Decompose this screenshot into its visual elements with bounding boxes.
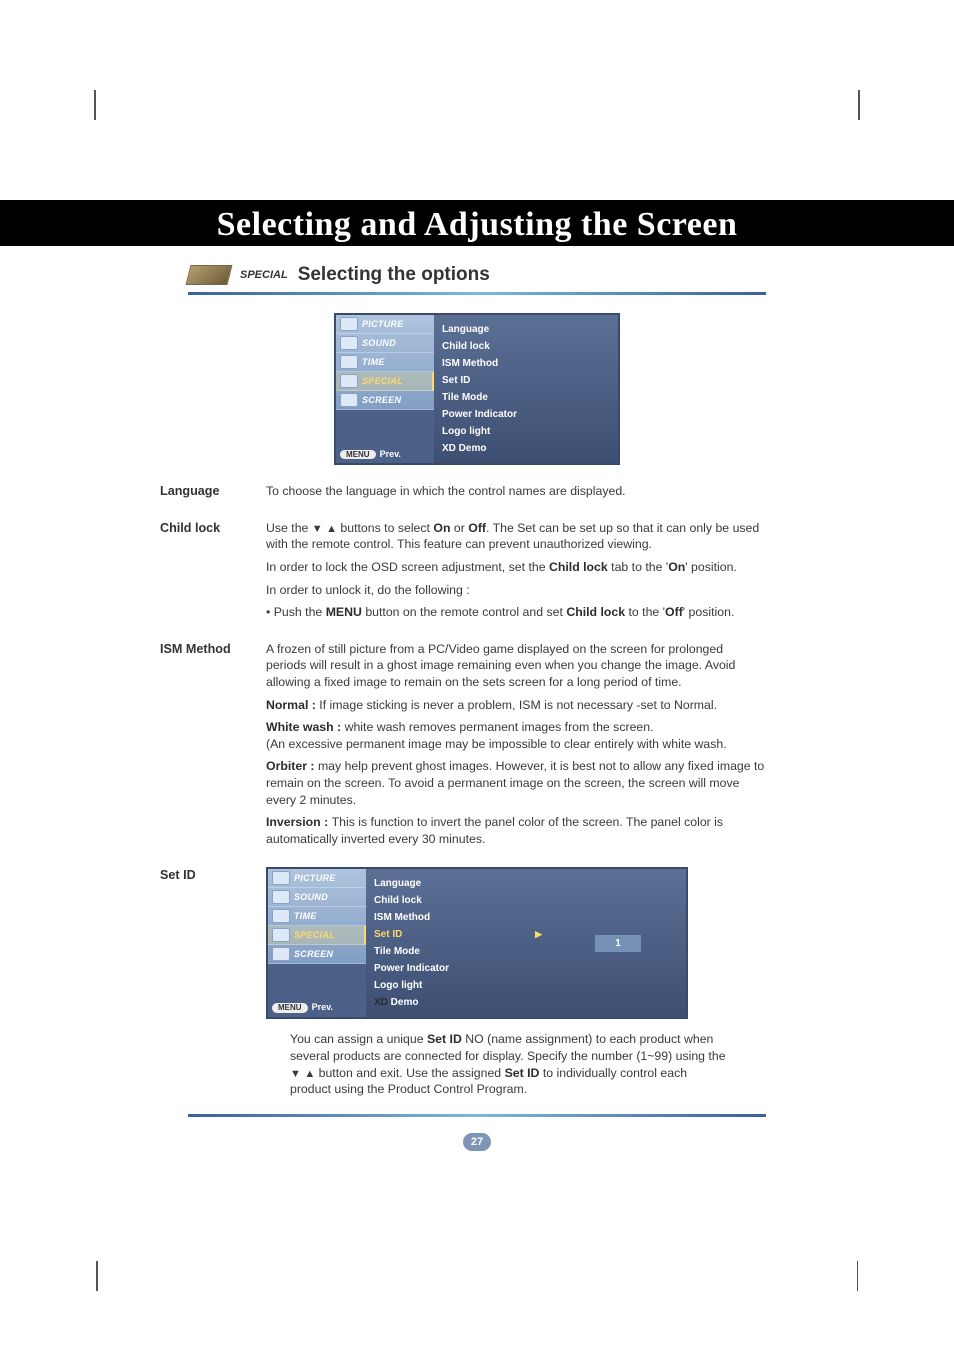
osd-tab-special: SPECIAL	[268, 926, 366, 945]
osd-tab-screen: SCREEN	[336, 391, 434, 410]
osd-menu-illustration: PICTURE SOUND TIME SPECIAL SCREEN MENU P…	[334, 313, 620, 465]
osd-tab-screen: SCREEN	[268, 945, 366, 964]
osd-tab-picture: PICTURE	[336, 315, 434, 334]
osd-item-powerind: Power Indicator	[442, 406, 610, 423]
def-ism-normal: Normal : If image sticking is never a pr…	[266, 697, 766, 714]
def-setid-para: You can assign a unique Set ID NO (name …	[290, 1031, 766, 1098]
crop-mark	[96, 1261, 98, 1291]
section-tag: SPECIAL	[240, 269, 288, 281]
up-arrow-icon: ▲	[326, 523, 337, 535]
special-badge-icon	[186, 265, 233, 285]
screen-icon	[272, 947, 290, 961]
time-icon	[272, 909, 290, 923]
osd-tab-special: SPECIAL	[336, 372, 434, 391]
osd-item-language: Language	[374, 875, 542, 892]
picture-icon	[340, 317, 358, 331]
divider	[188, 292, 766, 295]
osd-item-logolight: Logo light	[442, 423, 610, 440]
menu-button-label: MENU	[340, 450, 376, 459]
osd-item-list: Language Child lock ISM Method Set ID▶ T…	[366, 869, 550, 1017]
up-arrow-icon: ▲	[304, 1068, 315, 1080]
osd-tab-time: TIME	[268, 907, 366, 926]
def-childlock-p3: In order to unlock it, do the following …	[266, 582, 766, 599]
def-childlock-p1: Use the ▼ ▲ buttons to select On or Off.…	[266, 520, 766, 553]
osd-item-ism: ISM Method	[442, 355, 610, 372]
def-ism: ISM Method A frozen of still picture fro…	[160, 641, 766, 854]
def-childlock: Child lock Use the ▼ ▲ buttons to select…	[160, 520, 766, 627]
special-icon	[340, 374, 358, 388]
osd-menu-setid-illustration: PICTURE SOUND TIME SPECIAL SCREEN MENU P…	[266, 867, 688, 1019]
osd-item-language: Language	[442, 321, 610, 338]
def-language: Language To choose the language in which…	[160, 483, 766, 506]
osd-tab-list: PICTURE SOUND TIME SPECIAL SCREEN MENU P…	[336, 315, 434, 463]
special-icon	[272, 928, 290, 942]
osd-item-logolight: Logo light	[374, 977, 542, 994]
divider	[188, 1114, 766, 1117]
osd-value-pane: 1	[550, 869, 686, 1017]
def-ism-inversion: Inversion : This is function to invert t…	[266, 814, 766, 847]
page-title: Selecting and Adjusting the Screen	[0, 206, 954, 244]
osd-item-setid-selected: Set ID▶	[374, 926, 542, 943]
sound-icon	[272, 890, 290, 904]
crop-mark	[95, 90, 97, 120]
osd-item-setid: Set ID	[442, 372, 610, 389]
setid-value: 1	[595, 935, 641, 953]
def-setid-label: Set ID	[160, 867, 266, 1019]
def-ism-label: ISM Method	[160, 641, 266, 854]
crop-mark	[858, 90, 860, 120]
down-arrow-icon: ▼	[312, 523, 323, 535]
prev-label: Prev.	[312, 1001, 333, 1013]
section-header: SPECIAL Selecting the options	[188, 264, 954, 286]
osd-item-ism: ISM Method	[374, 909, 542, 926]
def-ism-whitewash: White wash : white wash removes permanen…	[266, 719, 766, 752]
osd-item-powerind: Power Indicator	[374, 960, 542, 977]
def-language-text: To choose the language in which the cont…	[266, 483, 766, 500]
sound-icon	[340, 336, 358, 350]
osd-tab-sound: SOUND	[268, 888, 366, 907]
def-ism-orbiter: Orbiter : may help prevent ghost images.…	[266, 758, 766, 808]
def-ism-intro: A frozen of still picture from a PC/Vide…	[266, 641, 766, 691]
osd-tab-picture: PICTURE	[268, 869, 366, 888]
picture-icon	[272, 871, 290, 885]
page-title-bar: Selecting and Adjusting the Screen	[0, 200, 954, 246]
section-heading: Selecting the options	[298, 264, 490, 286]
def-childlock-label: Child lock	[160, 520, 266, 627]
page-number: 27	[463, 1133, 491, 1151]
prev-label: Prev.	[380, 449, 401, 459]
time-icon	[340, 355, 358, 369]
osd-tab-sound: SOUND	[336, 334, 434, 353]
def-childlock-p2: In order to lock the OSD screen adjustme…	[266, 559, 766, 576]
menu-button-label: MENU	[272, 1003, 308, 1014]
def-childlock-p4: • Push the MENU button on the remote con…	[266, 604, 766, 621]
def-setid: Set ID PICTURE SOUND TIME SPECIAL SCREEN…	[160, 867, 766, 1019]
osd-item-tilemode: Tile Mode	[442, 389, 610, 406]
osd-footer: MENU Prev.	[268, 964, 366, 1017]
screen-icon	[340, 393, 358, 407]
down-arrow-icon: ▼	[290, 1068, 301, 1080]
def-language-label: Language	[160, 483, 266, 506]
osd-item-xddemo: XD Demo	[442, 440, 610, 457]
osd-item-tilemode: Tile Mode	[374, 943, 542, 960]
osd-item-list: Language Child lock ISM Method Set ID Ti…	[434, 315, 618, 463]
osd-footer: MENU Prev.	[336, 410, 434, 463]
chevron-right-icon: ▶	[535, 927, 542, 942]
crop-mark	[857, 1261, 859, 1291]
osd-tab-list: PICTURE SOUND TIME SPECIAL SCREEN MENU P…	[268, 869, 366, 1017]
osd-item-childlock: Child lock	[442, 338, 610, 355]
osd-tab-time: TIME	[336, 353, 434, 372]
osd-item-xddemo: XD Demo	[374, 994, 542, 1011]
osd-item-childlock: Child lock	[374, 892, 542, 909]
